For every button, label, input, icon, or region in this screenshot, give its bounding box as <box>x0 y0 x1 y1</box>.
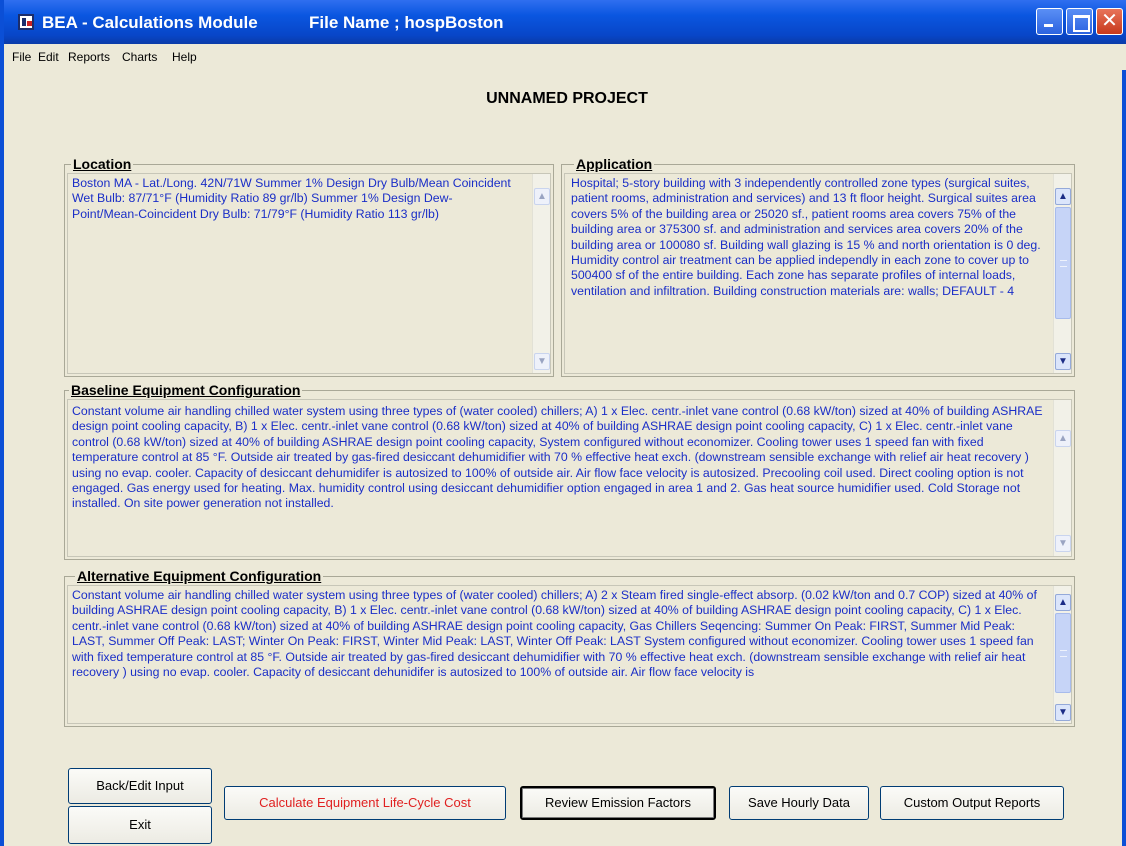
baseline-text: Constant volume air handling chilled wat… <box>72 404 1043 511</box>
baseline-textbox[interactable]: Constant volume air handling chilled wat… <box>67 399 1072 557</box>
title-bar[interactable]: BEA - Calculations Module File Name ; ho… <box>4 0 1126 44</box>
location-scrollbar[interactable]: ▲ ▼ <box>532 174 550 373</box>
application-textbox[interactable]: Hospital; 5-story building with 3 indepe… <box>564 173 1072 374</box>
menu-help[interactable]: Help <box>172 50 197 64</box>
exit-button[interactable]: Exit <box>68 806 212 844</box>
location-textbox[interactable]: Boston MA - Lat./Long. 42N/71W Summer 1%… <box>67 173 551 374</box>
scroll-down-icon[interactable]: ▼ <box>1055 535 1071 552</box>
close-button[interactable]: ✕ <box>1096 8 1123 35</box>
minimize-button[interactable] <box>1036 8 1063 35</box>
scroll-up-icon[interactable]: ▲ <box>1055 188 1071 205</box>
maximize-button[interactable] <box>1066 8 1093 35</box>
file-name-title: File Name ; hospBoston <box>309 13 504 32</box>
project-title: UNNAMED PROJECT <box>486 90 648 107</box>
scroll-up-icon[interactable]: ▲ <box>534 188 550 205</box>
save-hourly-data-button[interactable]: Save Hourly Data <box>729 786 869 820</box>
maximize-icon <box>1067 9 1092 34</box>
baseline-label: Baseline Equipment Configuration <box>69 382 303 398</box>
menu-file[interactable]: File <box>12 50 31 64</box>
app-icon[interactable] <box>18 14 34 30</box>
scroll-thumb[interactable] <box>1055 613 1071 693</box>
menu-reports[interactable]: Reports <box>68 50 110 64</box>
scroll-up-icon[interactable]: ▲ <box>1055 430 1071 447</box>
application-group: Application Hospital; 5-story building w… <box>561 156 1075 377</box>
alternative-label: Alternative Equipment Configuration <box>75 568 324 584</box>
alternative-group: Alternative Equipment Configuration Cons… <box>64 568 1075 727</box>
main-window: BEA - Calculations Module File Name ; ho… <box>0 0 1126 846</box>
location-group: Location Boston MA - Lat./Long. 42N/71W … <box>64 156 554 377</box>
scroll-down-icon[interactable]: ▼ <box>1055 353 1071 370</box>
menu-edit[interactable]: Edit <box>38 50 59 64</box>
location-label: Location <box>71 156 134 172</box>
scroll-down-icon[interactable]: ▼ <box>1055 704 1071 721</box>
location-text: Boston MA - Lat./Long. 42N/71W Summer 1%… <box>72 176 511 221</box>
baseline-group: Baseline Equipment Configuration Constan… <box>64 382 1075 560</box>
scroll-up-icon[interactable]: ▲ <box>1055 594 1071 611</box>
application-text: Hospital; 5-story building with 3 indepe… <box>571 176 1041 298</box>
alternative-text: Constant volume air handling chilled wat… <box>72 588 1037 680</box>
menu-bar: File Edit Reports Charts Help <box>8 44 1126 70</box>
app-title: BEA - Calculations Module <box>42 13 258 32</box>
application-label: Application <box>574 156 655 172</box>
alternative-textbox[interactable]: Constant volume air handling chilled wat… <box>67 585 1072 724</box>
custom-output-reports-button[interactable]: Custom Output Reports <box>880 786 1064 820</box>
calculate-life-cycle-cost-button[interactable]: Calculate Equipment Life-Cycle Cost <box>224 786 506 820</box>
scroll-down-icon[interactable]: ▼ <box>534 353 550 370</box>
scroll-thumb[interactable] <box>1055 207 1071 319</box>
application-scrollbar[interactable]: ▲ ▼ <box>1053 174 1071 373</box>
alternative-scrollbar[interactable]: ▲ ▼ <box>1053 586 1071 723</box>
menu-charts[interactable]: Charts <box>122 50 157 64</box>
back-edit-input-button[interactable]: Back/Edit Input <box>68 768 212 804</box>
review-emission-factors-button[interactable]: Review Emission Factors <box>520 786 716 820</box>
minimize-icon <box>1037 9 1062 34</box>
baseline-scrollbar[interactable]: ▲ ▼ <box>1053 400 1071 556</box>
close-icon: ✕ <box>1101 10 1118 32</box>
